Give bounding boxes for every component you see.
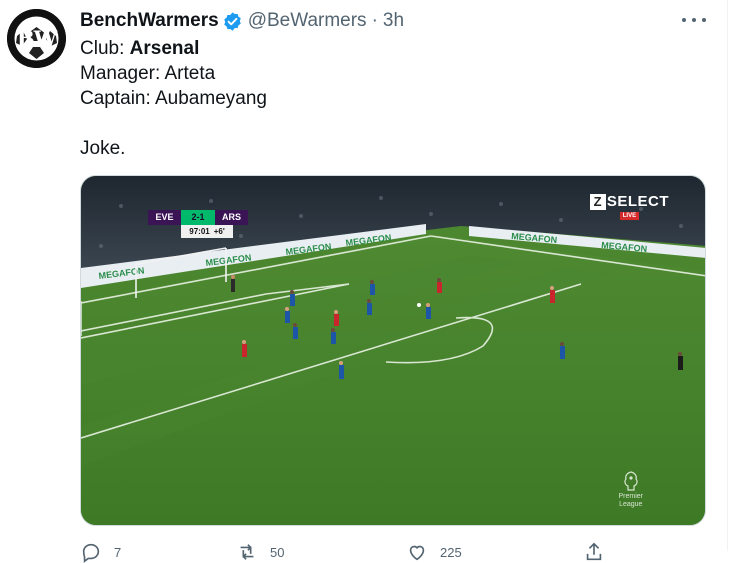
like-action[interactable]: 225 bbox=[406, 541, 462, 563]
match-clock: 97:01 +6' bbox=[181, 225, 233, 238]
live-badge: LIVE bbox=[619, 212, 640, 220]
text-line-blank bbox=[80, 111, 267, 136]
tweet-header: BenchWarmers @BeWarmers · 3h bbox=[80, 9, 404, 33]
timestamp[interactable]: 3h bbox=[383, 10, 404, 32]
separator-dot: · bbox=[371, 10, 378, 31]
retweet-icon bbox=[240, 544, 254, 560]
reply-icon bbox=[82, 543, 100, 563]
text-line-joke: Joke. bbox=[80, 138, 126, 159]
match-score: 2-1 bbox=[181, 210, 215, 225]
tweet-media-video[interactable]: MEGAFON MEGAFON MEGAFON MEGAFON MEGAFON … bbox=[80, 175, 706, 526]
share-icon bbox=[586, 542, 602, 561]
user-handle[interactable]: @BeWarmers bbox=[248, 10, 367, 32]
avatar[interactable]: BW bbox=[7, 9, 66, 68]
verified-badge-icon bbox=[222, 11, 243, 32]
away-team: ARS bbox=[215, 210, 248, 225]
broadcaster-z-icon: Z bbox=[589, 193, 606, 210]
text-line-club: Club: Arsenal bbox=[80, 38, 200, 59]
broadcaster-logo: Z SELECT LIVE bbox=[589, 193, 669, 220]
tweet-actions: 7 50 225 bbox=[80, 541, 640, 563]
share-action[interactable] bbox=[583, 541, 617, 563]
like-icon bbox=[409, 545, 425, 561]
premier-league-lion-icon bbox=[624, 471, 638, 491]
home-team: EVE bbox=[148, 210, 181, 225]
text-line-captain: Captain: Aubameyang bbox=[80, 88, 267, 109]
avatar-initials: BW bbox=[16, 26, 57, 51]
more-options-icon[interactable] bbox=[682, 10, 706, 30]
tweet-text: Club: Arsenal Manager: Arteta Captain: A… bbox=[80, 36, 267, 161]
reply-action[interactable]: 7 bbox=[80, 541, 121, 563]
retweet-action[interactable]: 50 bbox=[236, 541, 284, 563]
timeline-border bbox=[727, 0, 728, 551]
display-name[interactable]: BenchWarmers bbox=[80, 10, 219, 32]
text-line-manager: Manager: Arteta bbox=[80, 63, 216, 84]
premier-league-watermark: Premier League bbox=[618, 471, 643, 509]
scorebug: EVE 2-1 ARS 97:01 +6' bbox=[148, 210, 248, 238]
